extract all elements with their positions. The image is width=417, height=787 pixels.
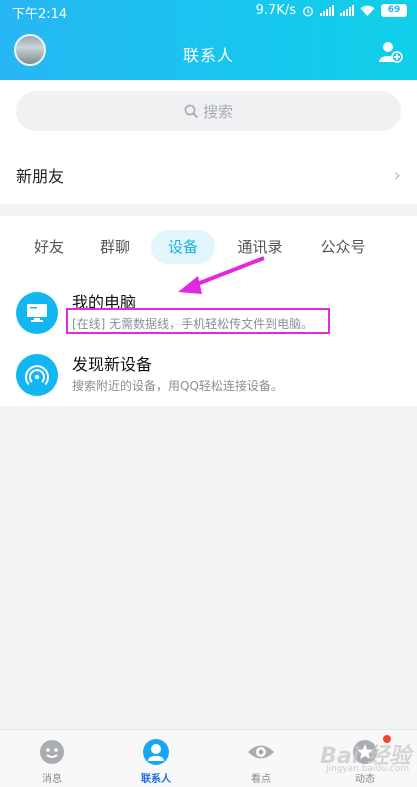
search-placeholder: 搜索 (202, 102, 233, 121)
header: 下午2:14 9.7K/s 69 联系人 (0, 0, 417, 80)
message-icon (40, 740, 64, 764)
battery-icon: 69 (381, 4, 407, 17)
nav-label: 看点 (251, 774, 271, 785)
nav-messages[interactable]: 消息 (0, 730, 104, 787)
wifi-icon (360, 5, 375, 16)
highlight-box (66, 308, 330, 334)
signal-icon (320, 5, 334, 16)
tab-groups[interactable]: 群聊 (84, 230, 146, 264)
computer-icon (16, 292, 58, 334)
contacts-icon (143, 739, 169, 765)
status-time: 下午2:14 (12, 7, 68, 22)
alarm-icon (303, 6, 313, 16)
status-icons: 9.7K/s 69 (256, 3, 407, 18)
status-bar: 下午2:14 9.7K/s 69 (0, 0, 417, 22)
search-icon (184, 104, 199, 118)
tab-official-accounts[interactable]: 公众号 (306, 230, 380, 264)
signal-icon (340, 5, 354, 16)
tab-friends[interactable]: 好友 (18, 230, 80, 264)
device-title: 发现新设备 (72, 355, 153, 374)
network-speed: 9.7K/s (255, 3, 296, 18)
nav-label: 消息 (42, 774, 62, 785)
new-friends-row[interactable]: 新朋友 › (0, 146, 417, 204)
watermark-url: jingyan.baidu.com (325, 764, 409, 774)
new-friends-label: 新朋友 (16, 167, 65, 186)
chevron-right-icon: › (393, 164, 401, 186)
search-section: 搜索 新朋友 › (0, 80, 417, 204)
page-title: 联系人 (182, 46, 234, 65)
nav-contacts[interactable]: 联系人 (104, 730, 208, 787)
nav-label: 联系人 (141, 774, 171, 785)
eye-icon (248, 745, 274, 759)
search-input[interactable]: 搜索 (16, 91, 401, 131)
annotation-arrow-icon (178, 256, 265, 294)
add-contact-icon[interactable] (379, 41, 403, 63)
device-subtitle: 搜索附近的设备，用QQ轻松连接设备。 (72, 379, 283, 393)
title-bar: 联系人 (0, 22, 417, 80)
device-item-discover[interactable]: 发现新设备 搜索附近的设备，用QQ轻松连接设备。 (0, 346, 417, 402)
nav-watch[interactable]: 看点 (209, 730, 313, 787)
radar-icon (16, 354, 58, 396)
